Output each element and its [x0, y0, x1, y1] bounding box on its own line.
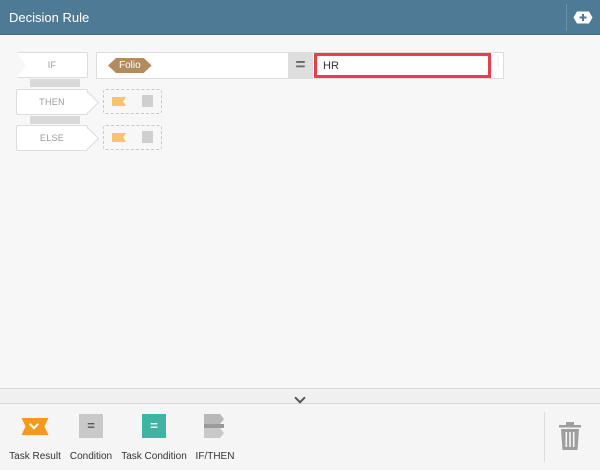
condition-placeholder-icon — [142, 131, 153, 143]
task-condition-icon: = — [142, 414, 166, 438]
then-drop-slot[interactable] — [103, 89, 162, 114]
chevron-down-icon[interactable] — [294, 392, 306, 404]
else-label: ELSE — [16, 125, 88, 151]
task-result-placeholder-icon — [112, 97, 126, 106]
bottom-toolbar: Task Result = Condition = Task Condition… — [0, 404, 600, 470]
drag-handle-icon[interactable]: ⁞ ⁞ — [495, 56, 501, 73]
field-tag-folio[interactable]: Folio — [108, 58, 152, 73]
task-result-placeholder-icon — [112, 133, 126, 142]
else-drop-slot[interactable] — [103, 125, 162, 150]
header-bar: Decision Rule — [0, 0, 600, 35]
toolbar-if-then[interactable]: IF/THEN — [194, 414, 236, 464]
toolbar-label: IF/THEN — [195, 451, 235, 462]
then-label: THEN — [16, 89, 88, 115]
page-title: Decision Rule — [9, 10, 90, 25]
condition-icon: = — [79, 414, 103, 438]
toolbar-condition[interactable]: = Condition — [68, 414, 114, 464]
toolbar-label: Task Result — [9, 451, 61, 462]
toolbar-task-condition[interactable]: = Task Condition — [121, 414, 187, 464]
if-label: IF — [16, 52, 88, 78]
if-then-icon — [204, 414, 224, 438]
plus-icon[interactable] — [573, 11, 593, 24]
then-connector — [30, 116, 80, 124]
toolbar-label: Condition — [69, 451, 113, 462]
trash-icon[interactable] — [559, 422, 581, 450]
operator-button[interactable]: = — [288, 53, 313, 78]
toolbar-divider — [544, 412, 545, 462]
condition-placeholder-icon — [142, 95, 153, 107]
rule-canvas — [0, 36, 600, 388]
condition-value-input[interactable] — [314, 53, 491, 78]
task-result-icon — [21, 418, 49, 435]
toolbar-task-result[interactable]: Task Result — [9, 414, 61, 464]
if-connector — [30, 79, 80, 87]
collapse-toggle[interactable] — [0, 388, 600, 404]
header-divider — [566, 4, 567, 31]
toolbar-label: Task Condition — [121, 451, 187, 462]
